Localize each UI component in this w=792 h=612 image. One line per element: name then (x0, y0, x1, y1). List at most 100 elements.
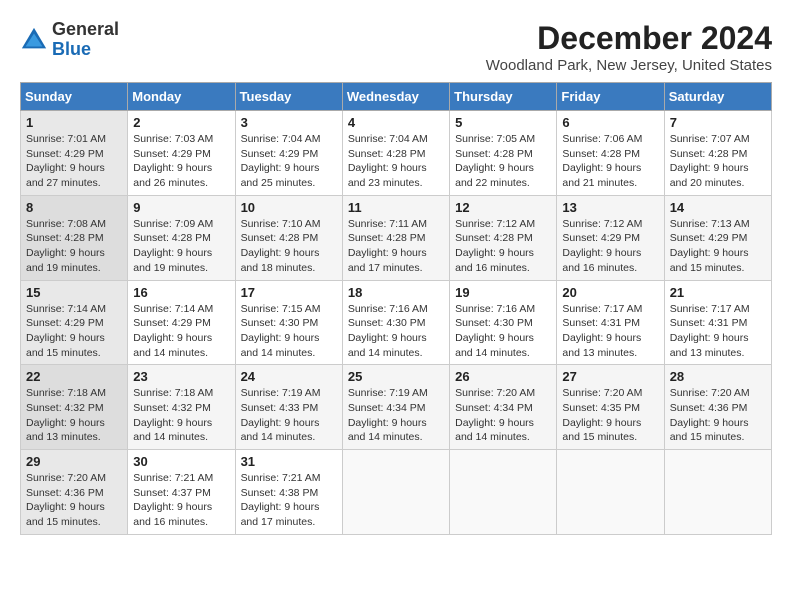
calendar-cell: 23 Sunrise: 7:18 AM Sunset: 4:32 PM Dayli… (128, 365, 235, 450)
calendar-cell: 4Sunrise: 7:04 AM Sunset: 4:28 PM Daylig… (342, 111, 449, 196)
calendar-cell (557, 450, 664, 535)
day-info: Sunrise: 7:18 AM Sunset: 4:32 PM Dayligh… (26, 386, 122, 445)
day-number: 30 (133, 454, 229, 469)
calendar-cell: 9Sunrise: 7:09 AM Sunset: 4:28 PM Daylig… (128, 195, 235, 280)
day-info: Sunrise: 7:20 AM Sunset: 4:36 PM Dayligh… (670, 386, 766, 445)
logo: General Blue (20, 20, 119, 60)
day-info: Sunrise: 7:17 AM Sunset: 4:31 PM Dayligh… (562, 302, 658, 361)
day-info: Sunrise: 7:01 AM Sunset: 4:29 PM Dayligh… (26, 132, 122, 191)
day-number: 4 (348, 115, 444, 130)
calendar-cell: 31 Sunrise: 7:21 AM Sunset: 4:38 PM Dayli… (235, 450, 342, 535)
calendar-cell: 14 Sunrise: 7:13 AM Sunset: 4:29 PM Dayli… (664, 195, 771, 280)
calendar-cell: 3 Sunrise: 7:04 AM Sunset: 4:29 PM Daylig… (235, 111, 342, 196)
day-number: 5 (455, 115, 551, 130)
day-number: 31 (241, 454, 337, 469)
day-number: 7 (670, 115, 766, 130)
month-title: December 2024 (486, 20, 772, 57)
day-info: Sunrise: 7:21 AM Sunset: 4:38 PM Dayligh… (241, 471, 337, 530)
title-area: December 2024 Woodland Park, New Jersey,… (486, 20, 772, 74)
calendar-cell: 30 Sunrise: 7:21 AM Sunset: 4:37 PM Dayli… (128, 450, 235, 535)
day-info: Sunrise: 7:16 AM Sunset: 4:30 PM Dayligh… (455, 302, 551, 361)
day-header-tuesday: Tuesday (235, 83, 342, 111)
day-info: Sunrise: 7:13 AM Sunset: 4:29 PM Dayligh… (670, 217, 766, 276)
day-number: 26 (455, 369, 551, 384)
day-info: Sunrise: 7:05 AM Sunset: 4:28 PM Dayligh… (455, 132, 551, 191)
calendar-cell: 19 Sunrise: 7:16 AM Sunset: 4:30 PM Dayli… (450, 280, 557, 365)
day-info: Sunrise: 7:20 AM Sunset: 4:36 PM Dayligh… (26, 471, 122, 530)
day-number: 11 (348, 200, 444, 215)
day-number: 12 (455, 200, 551, 215)
day-info: Sunrise: 7:06 AM Sunset: 4:28 PM Dayligh… (562, 132, 658, 191)
calendar-cell: 11Sunrise: 7:11 AM Sunset: 4:28 PM Dayli… (342, 195, 449, 280)
day-header-saturday: Saturday (664, 83, 771, 111)
day-info: Sunrise: 7:14 AM Sunset: 4:29 PM Dayligh… (26, 302, 122, 361)
calendar-header-row: SundayMondayTuesdayWednesdayThursdayFrid… (21, 83, 772, 111)
day-number: 14 (670, 200, 766, 215)
day-info: Sunrise: 7:12 AM Sunset: 4:29 PM Dayligh… (562, 217, 658, 276)
logo-text: General Blue (52, 20, 119, 60)
day-number: 2 (133, 115, 229, 130)
day-header-monday: Monday (128, 83, 235, 111)
calendar-cell: 18Sunrise: 7:16 AM Sunset: 4:30 PM Dayli… (342, 280, 449, 365)
day-number: 28 (670, 369, 766, 384)
calendar-cell: 6Sunrise: 7:06 AM Sunset: 4:28 PM Daylig… (557, 111, 664, 196)
day-number: 1 (26, 115, 122, 130)
calendar-cell: 2 Sunrise: 7:03 AM Sunset: 4:29 PM Daylig… (128, 111, 235, 196)
calendar-cell: 22 Sunrise: 7:18 AM Sunset: 4:32 PM Dayli… (21, 365, 128, 450)
day-info: Sunrise: 7:21 AM Sunset: 4:37 PM Dayligh… (133, 471, 229, 530)
calendar-table: SundayMondayTuesdayWednesdayThursdayFrid… (20, 82, 772, 535)
calendar-week-row: 1 Sunrise: 7:01 AM Sunset: 4:29 PM Daylig… (21, 111, 772, 196)
day-number: 10 (241, 200, 337, 215)
calendar-cell: 7 Sunrise: 7:07 AM Sunset: 4:28 PM Daylig… (664, 111, 771, 196)
calendar-week-row: 22 Sunrise: 7:18 AM Sunset: 4:32 PM Dayli… (21, 365, 772, 450)
calendar-cell: 16Sunrise: 7:14 AM Sunset: 4:29 PM Dayli… (128, 280, 235, 365)
day-number: 25 (348, 369, 444, 384)
calendar-cell: 29Sunrise: 7:20 AM Sunset: 4:36 PM Dayli… (21, 450, 128, 535)
day-number: 15 (26, 285, 122, 300)
day-header-thursday: Thursday (450, 83, 557, 111)
day-number: 16 (133, 285, 229, 300)
day-info: Sunrise: 7:15 AM Sunset: 4:30 PM Dayligh… (241, 302, 337, 361)
calendar-cell: 25Sunrise: 7:19 AM Sunset: 4:34 PM Dayli… (342, 365, 449, 450)
calendar-cell (450, 450, 557, 535)
day-header-wednesday: Wednesday (342, 83, 449, 111)
calendar-cell: 20Sunrise: 7:17 AM Sunset: 4:31 PM Dayli… (557, 280, 664, 365)
day-info: Sunrise: 7:10 AM Sunset: 4:28 PM Dayligh… (241, 217, 337, 276)
day-info: Sunrise: 7:12 AM Sunset: 4:28 PM Dayligh… (455, 217, 551, 276)
calendar-cell: 12 Sunrise: 7:12 AM Sunset: 4:28 PM Dayli… (450, 195, 557, 280)
calendar-cell: 5 Sunrise: 7:05 AM Sunset: 4:28 PM Daylig… (450, 111, 557, 196)
calendar-cell (342, 450, 449, 535)
location-title: Woodland Park, New Jersey, United States (486, 57, 772, 74)
calendar-cell: 13Sunrise: 7:12 AM Sunset: 4:29 PM Dayli… (557, 195, 664, 280)
page-header: General Blue December 2024 Woodland Park… (20, 20, 772, 74)
day-number: 23 (133, 369, 229, 384)
day-info: Sunrise: 7:03 AM Sunset: 4:29 PM Dayligh… (133, 132, 229, 191)
day-info: Sunrise: 7:19 AM Sunset: 4:33 PM Dayligh… (241, 386, 337, 445)
day-number: 8 (26, 200, 122, 215)
day-header-sunday: Sunday (21, 83, 128, 111)
calendar-cell: 17 Sunrise: 7:15 AM Sunset: 4:30 PM Dayli… (235, 280, 342, 365)
calendar-cell (664, 450, 771, 535)
day-info: Sunrise: 7:18 AM Sunset: 4:32 PM Dayligh… (133, 386, 229, 445)
day-number: 21 (670, 285, 766, 300)
day-header-friday: Friday (557, 83, 664, 111)
calendar-week-row: 15 Sunrise: 7:14 AM Sunset: 4:29 PM Dayli… (21, 280, 772, 365)
day-number: 22 (26, 369, 122, 384)
day-info: Sunrise: 7:04 AM Sunset: 4:29 PM Dayligh… (241, 132, 337, 191)
calendar-cell: 15 Sunrise: 7:14 AM Sunset: 4:29 PM Dayli… (21, 280, 128, 365)
day-number: 3 (241, 115, 337, 130)
calendar-cell: 27Sunrise: 7:20 AM Sunset: 4:35 PM Dayli… (557, 365, 664, 450)
day-info: Sunrise: 7:20 AM Sunset: 4:35 PM Dayligh… (562, 386, 658, 445)
day-info: Sunrise: 7:07 AM Sunset: 4:28 PM Dayligh… (670, 132, 766, 191)
day-number: 19 (455, 285, 551, 300)
day-number: 24 (241, 369, 337, 384)
day-info: Sunrise: 7:16 AM Sunset: 4:30 PM Dayligh… (348, 302, 444, 361)
day-number: 17 (241, 285, 337, 300)
calendar-cell: 21Sunrise: 7:17 AM Sunset: 4:31 PM Dayli… (664, 280, 771, 365)
day-info: Sunrise: 7:09 AM Sunset: 4:28 PM Dayligh… (133, 217, 229, 276)
calendar-cell: 28 Sunrise: 7:20 AM Sunset: 4:36 PM Dayli… (664, 365, 771, 450)
calendar-week-row: 8Sunrise: 7:08 AM Sunset: 4:28 PM Daylig… (21, 195, 772, 280)
calendar-cell: 10 Sunrise: 7:10 AM Sunset: 4:28 PM Dayli… (235, 195, 342, 280)
calendar-cell: 1 Sunrise: 7:01 AM Sunset: 4:29 PM Daylig… (21, 111, 128, 196)
calendar-cell: 26Sunrise: 7:20 AM Sunset: 4:34 PM Dayli… (450, 365, 557, 450)
